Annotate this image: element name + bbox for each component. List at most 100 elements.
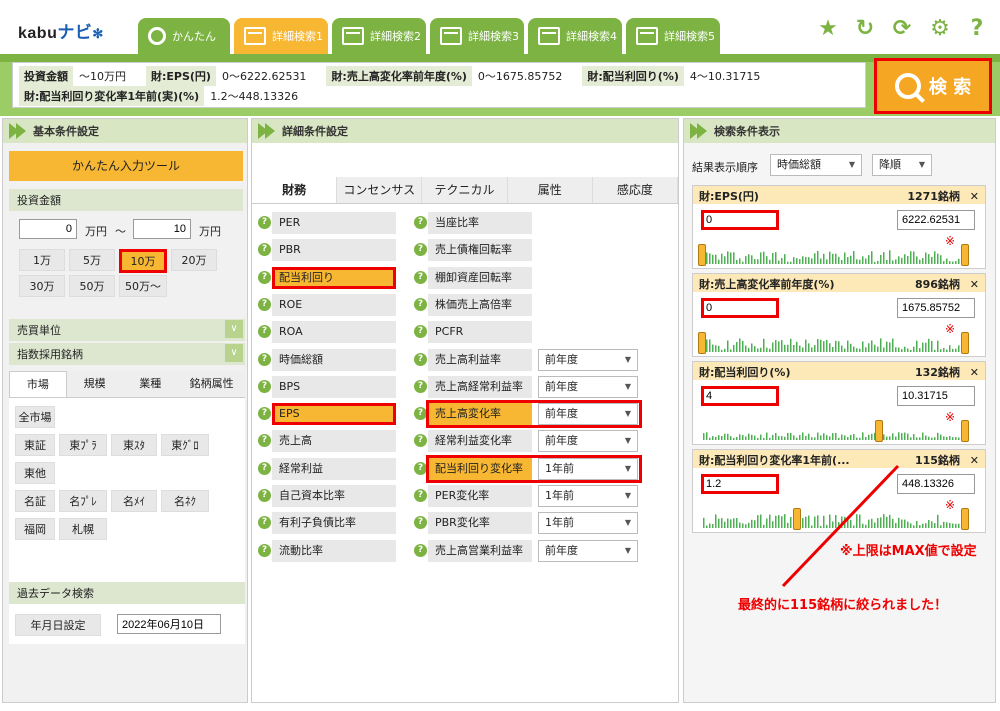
range-max-input[interactable] — [897, 386, 975, 406]
tab-sensitivity[interactable]: 感応度 — [592, 177, 679, 203]
tab-detail-1[interactable]: 詳細検索1 — [234, 18, 328, 54]
range-max-input[interactable] — [897, 474, 975, 494]
help-icon[interactable]: ? — [414, 516, 427, 530]
indicator-item[interactable]: 売上高経常利益率 — [428, 375, 532, 398]
period-select[interactable]: 1年前 — [538, 512, 638, 535]
close-icon[interactable]: ✕ — [970, 278, 979, 291]
amount-5man[interactable]: 5万 — [69, 249, 115, 271]
indicator-item[interactable]: 配当利回り — [272, 266, 396, 289]
help-icon[interactable]: ? — [258, 516, 271, 530]
amount-50man-over[interactable]: 50万～ — [119, 275, 167, 297]
market-other[interactable]: 東他 — [15, 462, 55, 484]
help-icon[interactable]: ? — [258, 325, 271, 339]
indicator-item[interactable]: 当座比率 — [428, 212, 532, 234]
help-icon[interactable]: ? — [414, 352, 427, 366]
help-icon[interactable]: ? — [258, 379, 271, 393]
tab-finance[interactable]: 財務 — [252, 177, 338, 203]
help-icon[interactable]: ? — [258, 543, 271, 557]
period-select[interactable]: 前年度 — [538, 375, 638, 398]
close-icon[interactable]: ✕ — [970, 454, 979, 467]
help-icon[interactable]: ? — [258, 434, 271, 448]
help-icon[interactable]: ? — [258, 270, 271, 284]
subtab-size[interactable]: 規模 — [66, 371, 123, 397]
star-icon[interactable]: ★ — [815, 16, 841, 42]
indicator-item[interactable]: BPS — [272, 375, 396, 398]
period-select[interactable]: 1年前 — [538, 485, 638, 507]
help-icon[interactable]: ? — [414, 489, 427, 502]
date-input[interactable] — [117, 614, 221, 634]
range-max-handle[interactable] — [961, 244, 969, 266]
indicator-item[interactable]: 流動比率 — [272, 539, 396, 562]
market-meisho[interactable]: 名証 — [15, 490, 55, 512]
tab-attribute[interactable]: 属性 — [507, 177, 593, 203]
range-min-handle[interactable] — [793, 508, 801, 530]
market-meisho-next[interactable]: 名ﾈｸ — [161, 490, 209, 512]
indicator-item[interactable]: PBR — [272, 239, 396, 262]
period-select[interactable]: 前年度 — [538, 430, 638, 453]
range-max-handle[interactable] — [961, 332, 969, 354]
help-icon[interactable]: ? — [258, 216, 271, 229]
indicator-item[interactable]: 売上高利益率 — [428, 348, 532, 371]
indicator-item[interactable]: ROE — [272, 293, 396, 316]
range-min-handle[interactable] — [875, 420, 883, 442]
amount-20man[interactable]: 20万 — [171, 249, 217, 271]
tab-detail-2[interactable]: 詳細検索2 — [332, 18, 426, 54]
easy-input-tool-button[interactable]: かんたん入力ツール — [9, 151, 243, 181]
range-min-input[interactable] — [701, 210, 779, 230]
tab-technical[interactable]: テクニカル — [422, 177, 508, 203]
tab-consensus[interactable]: コンセンサス — [337, 177, 423, 203]
market-tosho[interactable]: 東証 — [15, 434, 55, 456]
indicator-item[interactable]: 自己資本比率 — [272, 485, 396, 507]
indicator-item[interactable]: 売上高 — [272, 430, 396, 453]
gear-icon[interactable]: ⚙ — [927, 16, 953, 42]
range-max-input[interactable] — [897, 210, 975, 230]
help-icon[interactable]: ? — [964, 16, 990, 42]
help-icon[interactable]: ? — [258, 407, 271, 421]
indicator-item[interactable]: 売上債権回転率 — [428, 239, 532, 262]
indicator-item[interactable]: EPS — [272, 403, 396, 426]
market-fukuoka[interactable]: 福岡 — [15, 518, 55, 540]
sync-icon[interactable]: ⟳ — [889, 16, 915, 42]
subtab-market[interactable]: 市場 — [9, 371, 67, 397]
indicator-item[interactable]: 売上高営業利益率 — [428, 539, 532, 562]
indicator-item[interactable]: 経常利益変化率 — [428, 430, 532, 453]
date-set-button[interactable]: 年月日設定 — [15, 614, 101, 636]
market-sapporo[interactable]: 札幌 — [59, 518, 107, 540]
market-meisho-main[interactable]: 名ﾒｲ — [111, 490, 157, 512]
invest-min-input[interactable] — [19, 219, 77, 239]
market-all[interactable]: 全市場 — [15, 406, 55, 428]
direction-select[interactable]: 降順 — [872, 154, 932, 176]
close-icon[interactable]: ✕ — [970, 366, 979, 379]
market-prime[interactable]: 東ﾌﾟﾗ — [59, 434, 107, 456]
tab-detail-5[interactable]: 詳細検索5 — [626, 18, 720, 54]
indicator-item[interactable]: ROA — [272, 321, 396, 344]
help-icon[interactable]: ? — [414, 270, 427, 284]
tab-kantan[interactable]: かんたん — [138, 18, 230, 54]
range-min-input[interactable] — [701, 474, 779, 494]
period-select[interactable]: 前年度 — [538, 539, 638, 562]
indicator-item[interactable]: PER — [272, 212, 396, 234]
amount-10man[interactable]: 10万 — [119, 249, 167, 273]
help-icon[interactable]: ? — [414, 379, 427, 393]
help-icon[interactable]: ? — [258, 489, 271, 502]
indicator-item[interactable]: 時価総額 — [272, 348, 396, 371]
range-min-input[interactable] — [701, 298, 779, 318]
help-icon[interactable]: ? — [258, 461, 271, 475]
indicator-item[interactable]: 経常利益 — [272, 457, 396, 480]
market-growth[interactable]: 東ｸﾞﾛ — [161, 434, 209, 456]
range-min-input[interactable] — [701, 386, 779, 406]
help-icon[interactable]: ? — [414, 543, 427, 557]
tab-detail-3[interactable]: 詳細検索3 — [430, 18, 524, 54]
range-max-handle[interactable] — [961, 420, 969, 442]
market-meisho-premier[interactable]: 名ﾌﾟﾚ — [59, 490, 107, 512]
help-icon[interactable]: ? — [414, 325, 427, 339]
help-icon[interactable]: ? — [414, 216, 427, 229]
range-min-handle[interactable] — [698, 244, 706, 266]
help-icon[interactable]: ? — [258, 243, 271, 257]
search-button[interactable]: 検 索 — [874, 58, 992, 114]
indicator-item[interactable]: PBR変化率 — [428, 512, 532, 535]
section-trade-unit[interactable]: 売買単位 ∨ — [9, 319, 245, 341]
range-min-handle[interactable] — [698, 332, 706, 354]
amount-1man[interactable]: 1万 — [19, 249, 65, 271]
subtab-attribute[interactable]: 銘柄属性 — [178, 371, 246, 397]
